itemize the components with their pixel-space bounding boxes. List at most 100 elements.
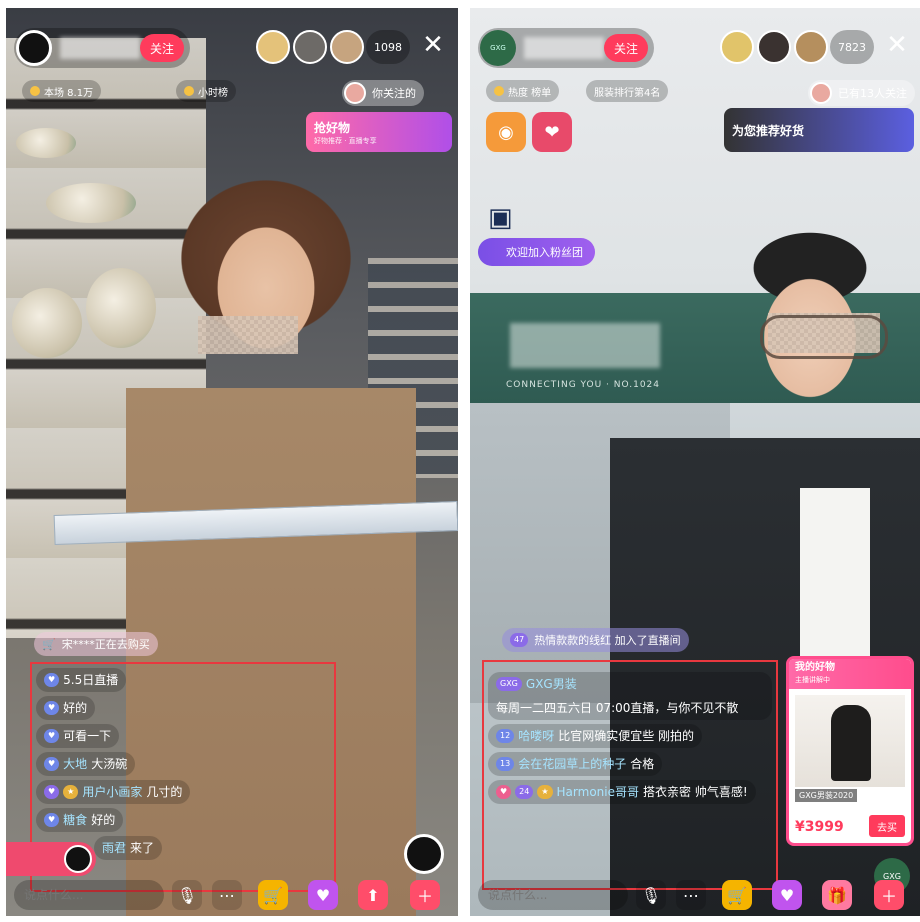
follow-button[interactable]: 关注 (603, 34, 648, 62)
comment-input[interactable] (14, 880, 164, 910)
comment-input[interactable] (478, 880, 628, 910)
fan-badge: ★ (63, 785, 79, 799)
heart-badge: ♥ (496, 785, 512, 799)
rank-badge[interactable]: 服装排行第4名 (586, 80, 669, 102)
lottery-icon[interactable]: ◉ (486, 112, 526, 152)
shop-avatar[interactable] (404, 834, 444, 874)
bottom-bar: 🎙 ⋯ 🛒 ♥ 🎁 ＋ (470, 880, 920, 910)
gift-icon[interactable]: ♥ (308, 880, 338, 910)
chat-text: 好的 (91, 813, 116, 827)
cart-icon: 🛒 (42, 637, 56, 651)
stat-badge[interactable]: 本场 8.1万 (22, 80, 102, 102)
close-icon[interactable]: ✕ (880, 28, 914, 62)
follow-notice-text: 已有13人关注 (838, 87, 907, 100)
chat-list[interactable]: ♥ 5.5日直播 ♥ 好的 ♥ 可看一下 ♥ 大地 大汤碗 ♥ ★ 用户小画家 … (36, 668, 332, 860)
follow-notice[interactable]: 已有13人关注 (808, 80, 915, 106)
chat-user[interactable]: 用户小画家 (82, 782, 142, 802)
buy-button[interactable]: 去买 (869, 815, 905, 837)
chat-text: 比官网确实便宜些 刚拍的 (558, 729, 695, 743)
viewer-avatar[interactable] (256, 30, 290, 64)
anchor-avatar[interactable] (16, 30, 52, 66)
viewer-avatar[interactable] (720, 30, 754, 64)
level-badge: ♥ (44, 785, 60, 799)
chat-text: 来了 (130, 841, 155, 855)
chat-user[interactable]: 哈喽呀 (518, 726, 554, 746)
stat-badge[interactable]: 热度 榜单 (486, 80, 560, 102)
fan-club-badge[interactable]: 欢迎加入粉丝团 (478, 238, 595, 266)
product-card[interactable]: 我的好物 主播讲解中 GXG男装2020 ¥3999 去买 (786, 656, 914, 846)
more-icon[interactable]: ⋯ (212, 880, 242, 910)
mic-icon[interactable]: 🎙 (172, 880, 202, 910)
rank-text: 服装排行第4名 (594, 87, 661, 99)
product-tag: GXG男装2020 (795, 789, 858, 802)
cart-icon[interactable]: 🛒 (722, 880, 752, 910)
add-icon[interactable]: ＋ (874, 880, 904, 910)
stat-text: 热度 榜单 (508, 87, 552, 99)
rank-badge[interactable]: 小时榜 (176, 80, 236, 102)
red-packet-icon[interactable]: ❤ (532, 112, 572, 152)
avatar (810, 82, 832, 104)
promo-banner[interactable]: 抢好物 好物推荐 · 直播专享 (306, 112, 452, 152)
follow-notice[interactable]: 你关注的 (342, 80, 424, 106)
coin-icon (494, 86, 504, 96)
add-icon[interactable]: ＋ (410, 880, 440, 910)
stat-text: 本场 8.1万 (44, 87, 94, 99)
viewer-avatar[interactable] (794, 30, 828, 64)
level-badge: ♥ (44, 673, 60, 687)
chat-text: 搭衣亲密 帅气喜感! (643, 785, 748, 799)
face-mosaic (198, 316, 298, 354)
anchor-avatar[interactable]: GXG (480, 30, 516, 66)
product-image[interactable] (795, 695, 905, 787)
viewer-count[interactable]: 1098 (366, 30, 410, 64)
purchase-banner-text: 宋****正在去购买 (61, 638, 150, 651)
dish-image (16, 128, 76, 158)
chat-user[interactable]: 大地 (63, 754, 87, 774)
viewer-avatar[interactable] (293, 30, 327, 64)
join-banner: 47 热情款款的线红 加入了直播间 (502, 628, 689, 652)
live-stream-left: 关注 1098 ✕ 本场 8.1万 小时榜 你关注的 抢好物 好物推荐 · 直播… (6, 8, 458, 916)
host-glasses (760, 315, 888, 359)
chat-text: 大汤碗 (91, 757, 128, 771)
anchor-info[interactable]: GXG 关注 (478, 28, 654, 68)
chat-text: 几寸的 (146, 785, 183, 799)
chat-message: 12 哈喽呀 比官网确实便宜些 刚拍的 (488, 724, 703, 748)
follow-button[interactable]: 关注 (139, 34, 184, 62)
share-icon[interactable]: ⬆ (358, 880, 388, 910)
product-header-sub: 主播讲解中 (795, 676, 830, 684)
chat-message: ♥ 好的 (36, 696, 96, 720)
bottom-bar: 🎙 ⋯ 🛒 ♥ ⬆ ＋ (6, 880, 458, 910)
record-tab[interactable] (6, 842, 96, 876)
chat-user[interactable]: Harmonie哥哥 (557, 782, 639, 802)
cart-icon[interactable]: 🛒 (258, 880, 288, 910)
anchor-info[interactable]: 关注 (14, 28, 190, 68)
gift-icon[interactable]: ♥ (772, 880, 802, 910)
dish-image (46, 183, 136, 223)
chat-text: 每周一二四五六日 07:00直播，与你不见不散 (496, 701, 739, 715)
viewer-avatar[interactable] (330, 30, 364, 64)
anchor-name-blurred (524, 37, 604, 59)
mic-icon[interactable]: 🎙 (636, 880, 666, 910)
level-badge: 12 (496, 729, 515, 743)
close-icon[interactable]: ✕ (416, 28, 450, 62)
chat-user[interactable]: GXG男装 (526, 674, 577, 694)
level-badge: 47 (510, 633, 529, 647)
promo-banner[interactable]: 为您推荐好货 (724, 108, 914, 152)
chat-list[interactable]: GXG GXG男装 每周一二四五六日 07:00直播，与你不见不散 12 哈喽呀… (488, 672, 772, 804)
chat-text: 好的 (63, 701, 88, 715)
product-header-title: 我的好物 (795, 662, 835, 673)
chat-user[interactable]: 雨君 (102, 838, 126, 858)
gift-box-icon[interactable]: 🎁 (822, 880, 852, 910)
level-badge: 24 (515, 785, 534, 799)
chat-message: ♥ 糖食 好的 (36, 808, 124, 832)
level-badge: ♥ (44, 729, 60, 743)
chat-message: 13 会在花园草上的种子 合格 (488, 752, 663, 776)
fan-badge: ★ (537, 785, 553, 799)
more-icon[interactable]: ⋯ (676, 880, 706, 910)
level-badge: ♥ (44, 813, 60, 827)
chat-user[interactable]: 糖食 (63, 810, 87, 830)
viewer-avatar[interactable] (757, 30, 791, 64)
coin-icon (30, 86, 40, 96)
chat-message: ♥ 大地 大汤碗 (36, 752, 136, 776)
viewer-count[interactable]: 7823 (830, 30, 874, 64)
chat-user[interactable]: 会在花园草上的种子 (518, 754, 626, 774)
